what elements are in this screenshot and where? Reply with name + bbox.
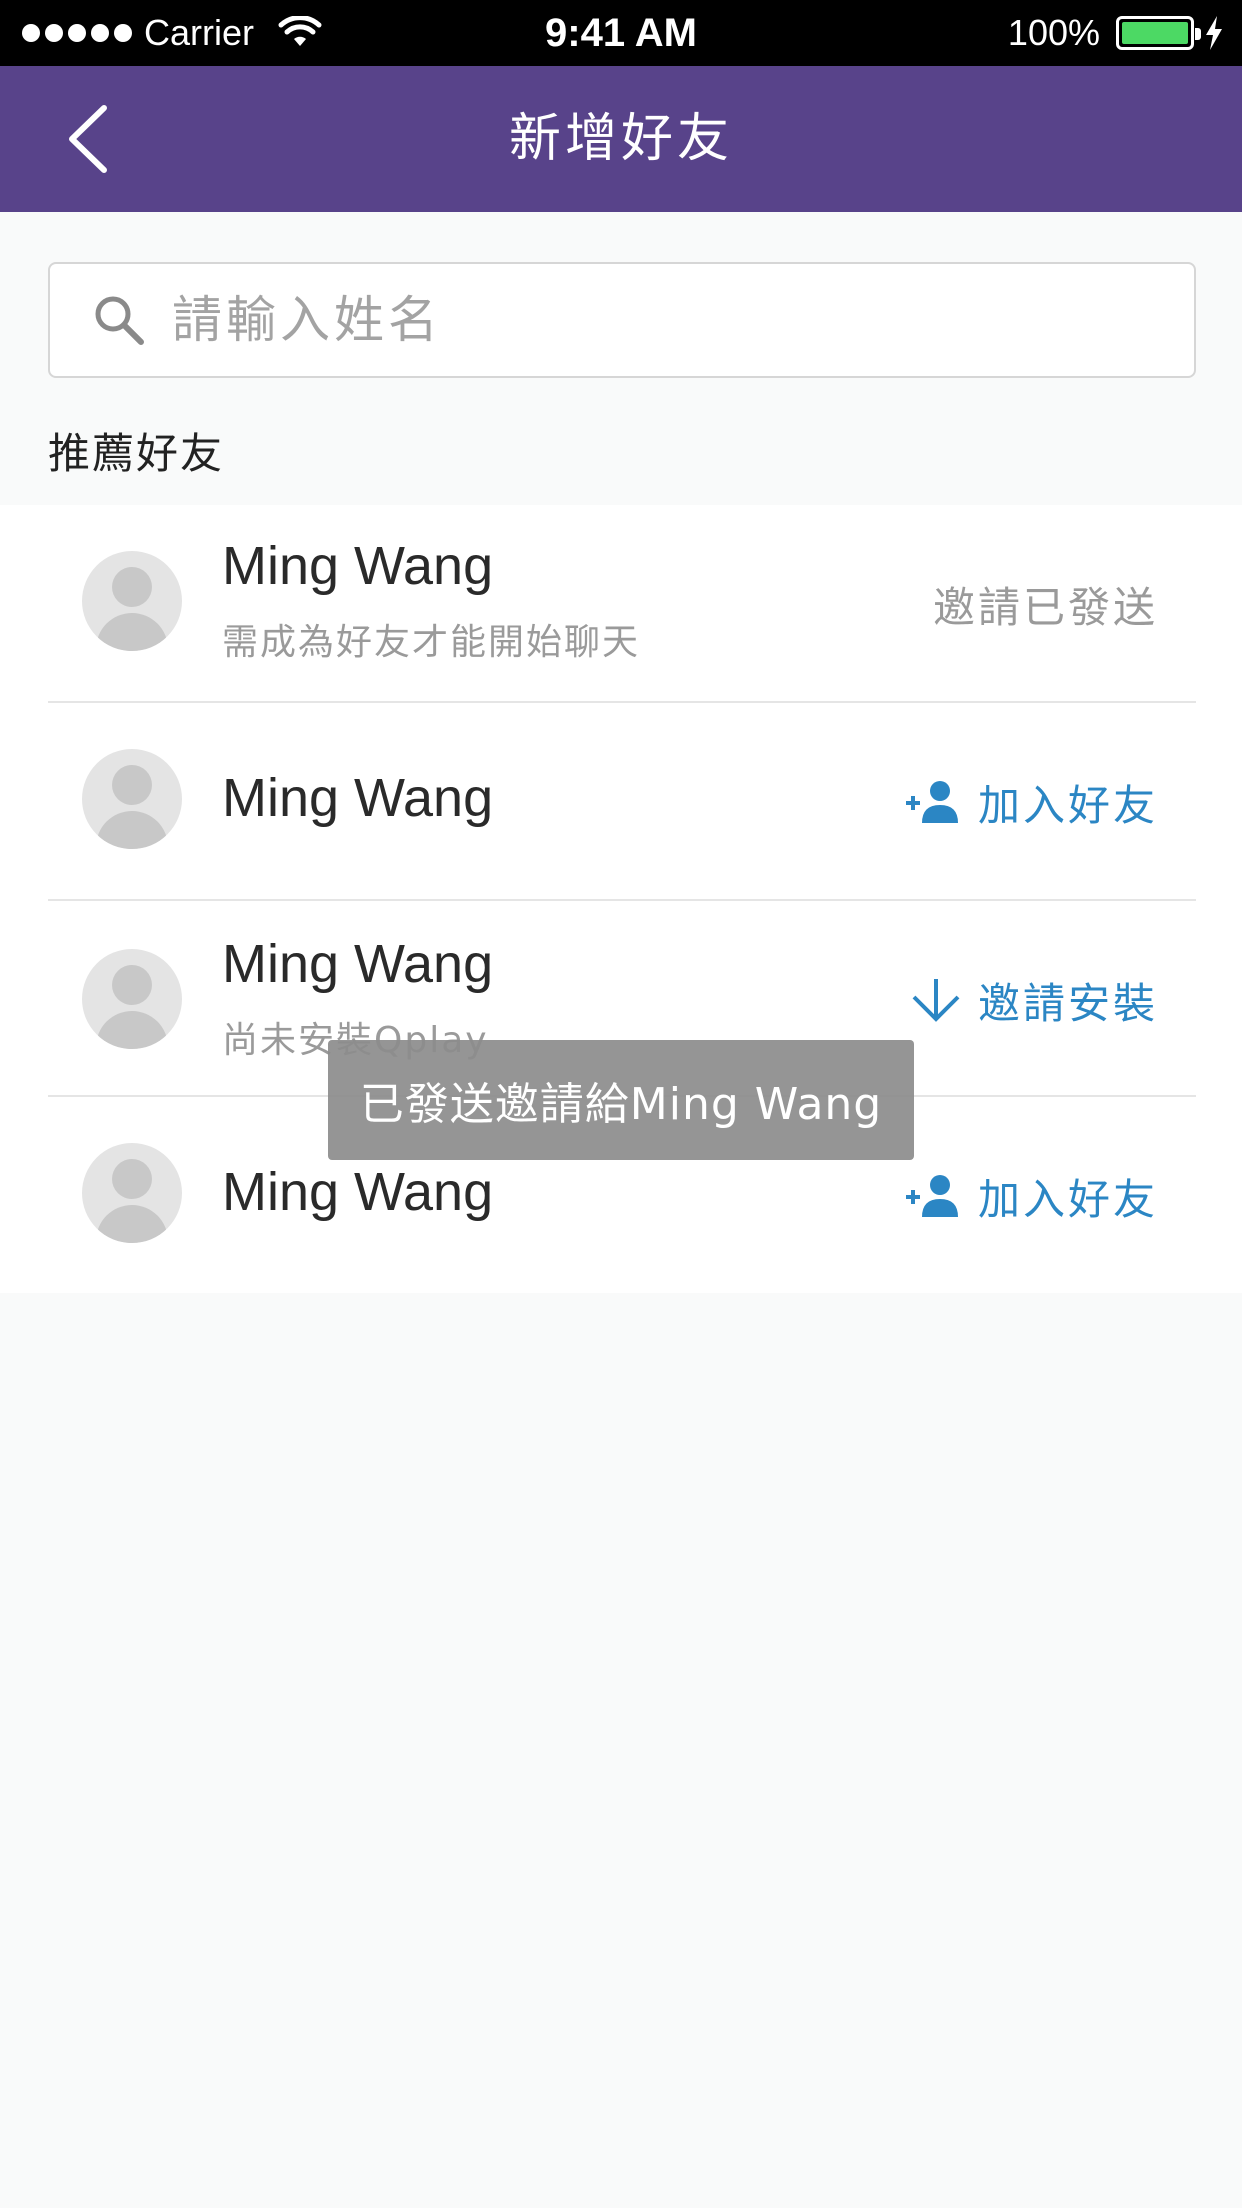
- friend-name: Ming Wang: [222, 1162, 494, 1222]
- page-title: 新增好友: [508, 109, 733, 169]
- battery-icon: [1116, 16, 1201, 50]
- add-friend-label: 加入好友: [977, 1174, 1158, 1224]
- invite-install-button[interactable]: 邀請安裝: [908, 903, 1158, 1097]
- add-friend-button[interactable]: 加入好友: [904, 703, 1158, 901]
- search-input[interactable]: [172, 291, 1194, 349]
- friend-name: Ming Wang: [222, 768, 494, 828]
- avatar: [82, 1143, 182, 1243]
- charging-bolt-icon: [1206, 16, 1222, 50]
- section-title: 推薦好友: [48, 429, 225, 478]
- friend-subtitle: 需成為好友才能開始聊天: [222, 622, 641, 663]
- arrow-down-icon: [912, 979, 960, 1022]
- friend-name: Ming Wang: [222, 934, 494, 994]
- status-bar-right: 100%: [1008, 0, 1224, 66]
- add-friend-label: 加入好友: [977, 780, 1158, 830]
- avatar: [82, 949, 182, 1049]
- list-item[interactable]: Ming Wang 加入好友: [48, 703, 1196, 901]
- avatar: [82, 749, 182, 849]
- nav-bar: 新增好友: [0, 66, 1242, 212]
- avatar: [82, 551, 182, 651]
- battery-percent: 100%: [1007, 12, 1100, 53]
- status-bar: Carrier 9:41 AM 100%: [0, 0, 1242, 66]
- invite-install-label: 邀請安裝: [977, 978, 1158, 1028]
- search-icon: [95, 296, 144, 345]
- add-friend-button[interactable]: 加入好友: [904, 1097, 1158, 1295]
- add-person-icon: [905, 1175, 958, 1217]
- friend-name: Ming Wang: [222, 536, 494, 596]
- add-person-icon: [905, 781, 958, 823]
- chevron-left-icon[interactable]: [60, 104, 130, 174]
- list-item[interactable]: Ming Wang 需成為好友才能開始聊天 邀請已發送: [48, 505, 1196, 703]
- toast-message: 已發送邀請給Ming Wang: [328, 1040, 914, 1160]
- search-bar[interactable]: [48, 262, 1196, 378]
- invite-sent-status: 邀請已發送: [932, 582, 1158, 632]
- friend-list: Ming Wang 需成為好友才能開始聊天 邀請已發送 Ming Wang 加入…: [0, 505, 1242, 1293]
